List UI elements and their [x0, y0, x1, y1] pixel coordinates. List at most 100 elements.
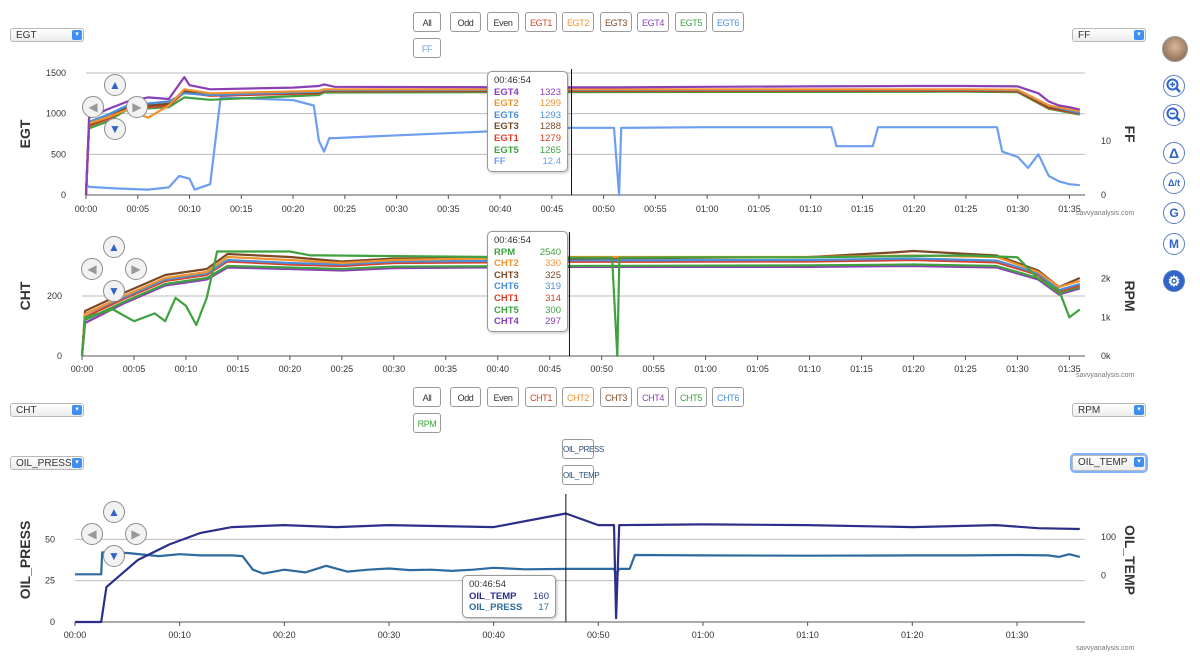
series-line-egt1	[84, 89, 1080, 196]
x-tick-label: 01:30	[1006, 364, 1029, 374]
pan-right-icon[interactable]: ▶	[125, 258, 147, 280]
series-line-egt3	[84, 89, 1080, 196]
tooltip-series-value: 1323	[539, 86, 561, 98]
x-tick-label: 01:10	[796, 630, 819, 640]
tooltip-series-value: 1279	[539, 132, 561, 144]
tooltip-series-name: CHT1	[494, 292, 519, 304]
pan-right-icon[interactable]: ▶	[125, 523, 147, 545]
y-tick-label: 50	[45, 534, 55, 544]
tooltip-series-name: CHT4	[494, 316, 519, 328]
x-tick-label: 01:20	[903, 204, 926, 214]
x-tick-label: 00:00	[75, 204, 98, 214]
tooltip-row: EGT1 1279	[494, 133, 561, 145]
oil-tooltip: 00:46:54 OIL_TEMP 160 OIL_PRESS 17	[462, 575, 556, 618]
series-line-oil-press	[75, 551, 1081, 576]
x-tick-label: 00:20	[273, 630, 296, 640]
x-tick-label: 00:40	[489, 204, 512, 214]
x-tick-label: 00:35	[437, 204, 460, 214]
series-line-cht6	[80, 257, 1081, 357]
pan-left-icon[interactable]: ◀	[81, 523, 103, 545]
tooltip-series-name: RPM	[494, 246, 516, 258]
pan-down-icon[interactable]: ▼	[103, 545, 125, 567]
pan-left-icon[interactable]: ◀	[81, 258, 103, 280]
pan-down-icon[interactable]: ▼	[103, 280, 125, 302]
series-line-cht4	[80, 264, 1081, 357]
tooltip-series-name: OIL_TEMP	[469, 590, 517, 602]
y-tick-label: 1500	[46, 68, 66, 78]
y-axis-label: CHT	[17, 281, 33, 310]
pan-up-icon[interactable]: ▲	[103, 501, 125, 523]
tooltip-time: 00:46:54	[494, 75, 531, 86]
tooltip-row: OIL_PRESS 17	[469, 602, 549, 614]
tooltip-series-value: 1265	[539, 144, 561, 156]
tooltip-series-value: 160	[533, 590, 549, 602]
x-tick-label: 00:00	[64, 630, 87, 640]
x-tick-label: 01:25	[954, 364, 977, 374]
tooltip-series-value: 1293	[539, 109, 561, 121]
x-tick-label: 00:30	[378, 630, 401, 640]
tooltip-series-value: 2540	[539, 246, 561, 258]
y2-tick-label: 0	[1101, 571, 1106, 581]
tooltip-series-name: EGT4	[494, 86, 519, 98]
x-tick-label: 01:25	[955, 204, 978, 214]
tooltip-row: OIL_TEMP 160	[469, 591, 549, 603]
x-tick-label: 01:30	[1006, 204, 1029, 214]
tooltip-series-value: 300	[545, 304, 561, 316]
tooltip-series-value: 319	[545, 281, 561, 293]
x-tick-label: 00:20	[279, 364, 302, 374]
tooltip-row: CHT4 297	[494, 316, 561, 328]
watermark: savvyanalysis.com	[1076, 210, 1135, 217]
y2-axis-label: RPM	[1122, 280, 1138, 311]
tooltip-row: FF 12.4	[494, 156, 561, 168]
egt-tooltip: 00:46:54 EGT4 1323 EGT2 1299 EGT6 1293 EGT3 1288…	[487, 71, 568, 172]
tooltip-row: CHT3 325	[494, 270, 561, 282]
x-tick-label: 00:40	[486, 364, 509, 374]
y2-tick-label: 0k	[1101, 351, 1111, 361]
pan-left-icon[interactable]: ◀	[82, 96, 104, 118]
y2-axis-label: FF	[1122, 125, 1138, 143]
x-tick-label: 00:30	[383, 364, 406, 374]
x-tick-label: 01:05	[748, 204, 771, 214]
tooltip-series-value: 330	[545, 258, 561, 270]
tooltip-row: EGT2 1299	[494, 98, 561, 110]
series-line-egt6	[84, 88, 1081, 196]
y2-tick-label: 100	[1101, 532, 1116, 542]
tooltip-time: 00:46:54	[494, 235, 531, 246]
y-tick-label: 1000	[46, 109, 66, 119]
series-line-ff	[85, 96, 1080, 197]
tooltip-series-value: 314	[545, 292, 561, 304]
tooltip-series-name: EGT6	[494, 109, 519, 121]
x-tick-label: 01:10	[799, 204, 822, 214]
tooltip-series-name: EGT2	[494, 98, 519, 110]
tooltip-row: CHT1 314	[494, 293, 561, 305]
pan-right-icon[interactable]: ▶	[126, 96, 148, 118]
x-tick-label: 01:00	[694, 364, 717, 374]
pan-up-icon[interactable]: ▲	[103, 236, 125, 258]
pan-up-icon[interactable]: ▲	[104, 74, 126, 96]
tooltip-series-name: EGT1	[494, 132, 519, 144]
tooltip-row: CHT6 319	[494, 281, 561, 293]
tooltip-series-name: CHT5	[494, 304, 519, 316]
tooltip-series-name: CHT3	[494, 269, 519, 281]
x-tick-label: 01:20	[902, 364, 925, 374]
x-tick-label: 00:45	[541, 204, 564, 214]
pan-down-icon[interactable]: ▼	[104, 118, 126, 140]
tooltip-series-name: FF	[494, 156, 506, 168]
tooltip-series-value: 325	[545, 269, 561, 281]
y-tick-label: 0	[57, 351, 62, 361]
series-line-egt5	[84, 90, 1080, 196]
tooltip-row: EGT6 1293	[494, 110, 561, 122]
y-tick-label: 25	[45, 576, 55, 586]
x-tick-label: 00:50	[590, 364, 613, 374]
series-line-cht2	[80, 254, 1081, 357]
x-tick-label: 00:10	[175, 364, 198, 374]
tooltip-series-name: OIL_PRESS	[469, 602, 523, 614]
tooltip-row: CHT5 300	[494, 305, 561, 317]
y-tick-label: 0	[50, 617, 55, 627]
x-tick-label: 00:10	[178, 204, 201, 214]
tooltip-row: EGT5 1265	[494, 145, 561, 157]
x-tick-label: 01:30	[1006, 630, 1029, 640]
tooltip-row: EGT4 1323	[494, 87, 561, 99]
x-tick-label: 01:15	[851, 204, 874, 214]
x-tick-label: 00:15	[230, 204, 253, 214]
